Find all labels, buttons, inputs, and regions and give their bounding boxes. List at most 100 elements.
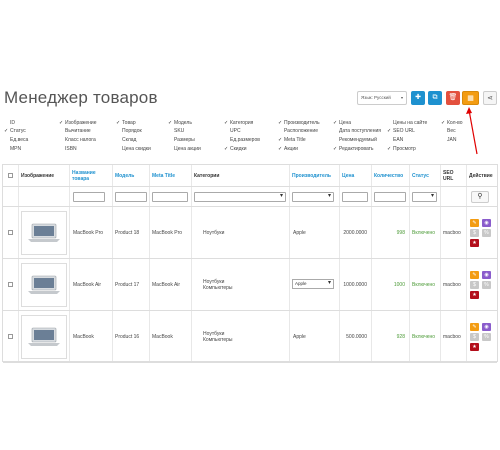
featured-button[interactable]: ★ — [470, 343, 479, 351]
featured-button[interactable]: ★ — [470, 291, 479, 299]
filter-manufacturer-select[interactable] — [292, 192, 334, 202]
product-name[interactable]: MacBook Pro — [73, 207, 111, 259]
column-option[interactable]: ✓ Акции — [278, 146, 298, 153]
header-manufacturer[interactable]: Производитель — [292, 165, 338, 187]
edit-button[interactable]: ✎ — [470, 271, 479, 279]
eye-icon: ◉ — [484, 272, 489, 278]
filter-model-input[interactable] — [115, 192, 147, 202]
product-name[interactable]: MacBook Air — [73, 259, 111, 311]
percent-icon: % — [484, 230, 489, 236]
column-option[interactable]: Цена акции — [168, 146, 201, 153]
column-option[interactable]: ✓ SEO URL — [387, 128, 415, 135]
column-option[interactable]: Вычитание — [59, 128, 91, 135]
special-button[interactable]: % — [482, 333, 491, 341]
column-option[interactable]: Рекомендуемый — [333, 137, 377, 144]
category-item: Ноутбуки — [203, 230, 225, 236]
product-quantity: 928 — [396, 334, 405, 340]
pencil-icon: ✎ — [472, 272, 477, 278]
edit-button[interactable]: ✎ — [470, 323, 479, 331]
column-option[interactable]: SKU — [168, 128, 184, 135]
column-option[interactable]: ID — [4, 120, 15, 127]
discount-button[interactable]: $ — [470, 229, 479, 237]
filter-name-input[interactable] — [73, 192, 105, 202]
product-seo-url: macboo — [443, 282, 461, 288]
product-meta-title: MacBook Air — [152, 282, 181, 288]
table-row: MacBook Air Product 17 MacBook Air Ноутбуки… — [3, 259, 497, 311]
view-button[interactable]: ◉ — [482, 271, 491, 279]
filter-price-input[interactable] — [342, 192, 368, 202]
table-row: MacBook Pro Product 18 MacBook Pro Ноутбуки… — [3, 207, 497, 259]
column-option[interactable]: EAN — [387, 137, 403, 144]
header-status[interactable]: Статус — [412, 165, 439, 187]
column-option[interactable]: Расположение — [278, 128, 318, 135]
column-option[interactable]: MPN — [4, 146, 21, 153]
column-option-label: Редактировать — [339, 146, 374, 152]
header-model[interactable]: Модель — [115, 165, 147, 187]
row-checkbox[interactable] — [8, 282, 13, 287]
row-checkbox[interactable] — [8, 334, 13, 339]
column-option[interactable]: Ед.размеров — [224, 137, 260, 144]
product-seo-url: macboo — [443, 230, 461, 236]
column-option[interactable]: ✓ Производитель — [278, 120, 320, 127]
select-all-checkbox[interactable] — [8, 173, 13, 178]
column-option-label: JAN — [447, 137, 457, 143]
column-option[interactable]: Вес — [441, 128, 456, 135]
column-option[interactable]: Ед.веса — [4, 137, 28, 144]
discount-button[interactable]: $ — [470, 281, 479, 289]
filter-quantity-input[interactable] — [374, 192, 406, 202]
featured-button[interactable]: ★ — [470, 239, 479, 247]
column-option[interactable]: ✓ Редактировать — [333, 146, 374, 153]
column-option-label: Цена акции — [174, 146, 201, 152]
view-button[interactable]: ◉ — [482, 323, 491, 331]
column-option[interactable]: Склад — [116, 137, 136, 144]
product-name[interactable]: MacBook — [73, 311, 111, 363]
eye-icon: ◉ — [484, 220, 489, 226]
laptop-image — [28, 223, 60, 242]
column-option[interactable]: Цена скидки — [116, 146, 151, 153]
filter-search-button[interactable]: ⚲ — [471, 191, 489, 203]
manufacturer-select[interactable]: Apple — [292, 279, 334, 289]
column-option[interactable]: Размеры — [168, 137, 195, 144]
column-option[interactable]: ✓ Статус — [4, 128, 26, 135]
product-thumbnail — [21, 263, 67, 307]
column-option[interactable]: Дата поступления — [333, 128, 381, 135]
column-option[interactable]: ✓ Кол-во — [441, 120, 463, 127]
column-option[interactable]: JAN — [441, 137, 456, 144]
header-action: Действие — [469, 173, 493, 179]
column-option-label: Цены на сайте — [393, 120, 428, 126]
filter-status-select[interactable] — [412, 192, 437, 202]
header-seo-url: SEO URL — [443, 170, 454, 182]
column-option[interactable]: ✓ Товар — [116, 120, 136, 127]
column-option[interactable]: ✓ Категория — [224, 120, 253, 127]
view-button[interactable]: ◉ — [482, 219, 491, 227]
manufacturer-value: Apple — [295, 281, 307, 286]
filter-meta-title-input[interactable] — [152, 192, 188, 202]
search-icon: ⚲ — [477, 193, 483, 200]
filter-category-select[interactable] — [194, 192, 286, 202]
column-option[interactable]: Цены на сайте — [387, 120, 427, 127]
column-option-label: Расположение — [284, 128, 318, 134]
special-button[interactable]: % — [482, 229, 491, 237]
header-price[interactable]: Цена — [342, 165, 370, 187]
column-option[interactable]: Порядок — [116, 128, 142, 135]
table-header: Изображение Название товара Модель Meta … — [3, 165, 497, 187]
column-option[interactable]: Класс налога — [59, 137, 96, 144]
header-meta-title[interactable]: Meta Title — [152, 165, 188, 187]
column-option[interactable]: ✓ Изображение — [59, 120, 97, 127]
column-option[interactable]: ✓ Просмотр — [387, 146, 416, 153]
special-button[interactable]: % — [482, 281, 491, 289]
column-option[interactable]: ✓ Модель — [168, 120, 192, 127]
column-option[interactable]: ✓ Скидки — [224, 146, 247, 153]
column-option-label: Изображение — [65, 120, 97, 126]
header-name[interactable]: Название товара — [72, 165, 110, 187]
row-checkbox[interactable] — [8, 230, 13, 235]
column-option[interactable]: ✓ Meta Title — [278, 137, 306, 144]
laptop-image — [28, 327, 60, 346]
discount-button[interactable]: $ — [470, 333, 479, 341]
column-option[interactable]: ✓ Цена — [333, 120, 351, 127]
header-quantity[interactable]: Количество — [374, 165, 408, 187]
pencil-icon: ✎ — [472, 324, 477, 330]
column-option[interactable]: UPC — [224, 128, 241, 135]
column-option[interactable]: ISBN — [59, 146, 77, 153]
edit-button[interactable]: ✎ — [470, 219, 479, 227]
